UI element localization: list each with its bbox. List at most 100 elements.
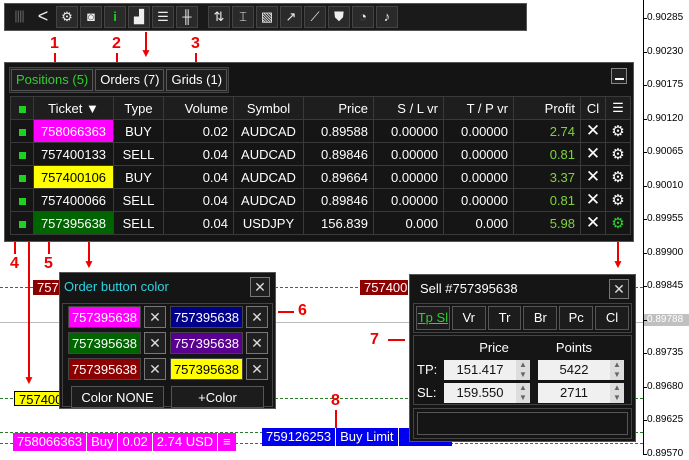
dialog-title: Sell #757395638 [420,281,518,296]
table-row[interactable]: 757400106 BUY 0.04 AUDCAD 0.89664 0.0000… [10,165,631,189]
color-swatch-button[interactable]: 757395638 [170,306,243,328]
bell-icon[interactable]: ♪ [376,6,398,28]
header-ticket[interactable]: Ticket ▼ [33,96,114,120]
volume: 0.04 [163,211,234,235]
chart-order-label[interactable]: 757 [33,280,61,295]
close-position-icon[interactable]: ✕ [580,165,606,189]
annotation-arrow [28,242,30,382]
menu-icon[interactable]: ≡ [218,433,236,451]
close-position-icon[interactable]: ✕ [580,119,606,143]
menu-icon[interactable]: ☰ [605,96,631,120]
header-sl[interactable]: S / L vr [373,96,444,120]
tp-price-spinner[interactable]: ▲ ▼ [516,360,530,380]
grip-icon[interactable]: |||| [8,6,30,28]
table-row[interactable]: 757400133 SELL 0.04 AUDCAD 0.89846 0.000… [10,142,631,166]
order-tab[interactable]: Pc [559,306,594,330]
close-button[interactable]: ✕ [250,277,270,297]
price-tick: 0.89845 [644,280,689,292]
signal-icon[interactable]: ▟ [128,6,150,28]
color-none-button[interactable]: Color NONE [71,386,164,408]
price-header: Price [479,340,509,355]
remove-color-icon[interactable]: ✕ [246,332,268,354]
gear-icon[interactable]: ⚙ [605,165,631,189]
shield-icon[interactable]: ⛊ [328,6,350,28]
remove-color-icon[interactable]: ✕ [246,358,268,380]
tp-points-spinner[interactable]: ▲ ▼ [610,360,624,380]
color-swatch-button[interactable]: 757395638 [68,306,141,328]
close-button[interactable]: ✕ [609,279,629,299]
order-tab[interactable]: Cl [595,306,629,330]
header-volume[interactable]: Volume [163,96,234,120]
header-symbol[interactable]: Symbol [233,96,304,120]
header-price[interactable]: Price [303,96,374,120]
table-row[interactable]: 757400066 SELL 0.04 AUDCAD 0.89846 0.000… [10,188,631,212]
ticket-button[interactable]: 757395638 [33,211,114,235]
tp-price-input[interactable]: 151.417 [444,360,516,380]
close-position-icon[interactable]: ✕ [580,188,606,212]
color-swatch-button[interactable]: 757395638 [68,358,141,380]
color-swatch-button[interactable]: 757395638 [68,332,141,354]
remove-color-icon[interactable]: ✕ [144,332,166,354]
gear-icon[interactable]: ⚙ [605,211,631,235]
chart-order-label[interactable]: 757400 [360,280,408,295]
header-type[interactable]: Type [113,96,164,120]
tab-grids[interactable]: Grids (1) [166,69,228,91]
candles-icon[interactable]: ╫ [176,6,198,28]
order-tab[interactable]: Br [523,306,558,330]
row-checkbox[interactable] [10,211,34,235]
list-icon[interactable]: ☰ [152,6,174,28]
order-tab[interactable]: Tr [487,306,522,330]
sort-icon[interactable]: ⇅ [208,6,230,28]
price-tick: 0.90010 [644,180,689,192]
order-tab[interactable]: Tp Sl [416,306,450,330]
gear-icon[interactable]: ⚙ [56,6,78,28]
sl-price-spinner[interactable]: ▲ ▼ [516,383,530,403]
annotation-line [14,242,16,254]
gear-icon[interactable]: ⚙ [605,188,631,212]
back-icon[interactable]: < [32,6,54,28]
ticket-button[interactable]: 757400066 [33,188,114,212]
gear-icon[interactable]: ⚙ [605,142,631,166]
header-tp[interactable]: T / P vr [443,96,514,120]
ticket-button[interactable]: 757400133 [33,142,114,166]
table-row[interactable]: 757395638 SELL 0.04 USDJPY 156.839 0.000… [10,211,631,235]
remove-color-icon[interactable]: ✕ [246,306,268,328]
trend-line-icon[interactable]: ⟋ [304,6,326,28]
camera-icon[interactable]: ◙ [80,6,102,28]
row-checkbox[interactable] [10,165,34,189]
ticket-button[interactable]: 757400106 [33,165,114,189]
remove-color-icon[interactable]: ✕ [144,306,166,328]
tab-positions[interactable]: Positions (5) [11,69,94,91]
tp-points-input[interactable]: 5422 [538,360,610,380]
add-color-button[interactable]: +Color [171,386,264,408]
sl-points-input[interactable]: 2711 [538,383,610,403]
remove-color-icon[interactable]: ✕ [144,358,166,380]
minimize-button[interactable] [611,68,627,84]
select-all-column[interactable] [10,96,34,120]
sl-price-input[interactable]: 159.550 [444,383,516,403]
chain-icon[interactable]: ⌶ [232,6,254,28]
table-row[interactable]: 758066363 BUY 0.02 AUDCAD 0.89588 0.0000… [10,119,631,143]
ticket-button[interactable]: 758066363 [33,119,114,143]
position-line-label[interactable]: 758066363 Buy 0.02 2.74 USD ≡ [13,433,236,451]
header-close[interactable]: Cl [580,96,606,120]
row-checkbox[interactable] [10,188,34,212]
pie-icon[interactable]: ◔ [352,6,374,28]
row-checkbox[interactable] [10,142,34,166]
row-checkbox[interactable] [10,119,34,143]
sl-points-spinner[interactable]: ▲ ▼ [610,383,624,403]
trend-up-icon[interactable]: ↗ [280,6,302,28]
type: Buy [87,433,119,451]
order-tab[interactable]: Vr [451,306,486,330]
color-swatch-button[interactable]: 757395638 [170,332,243,354]
info-icon[interactable]: i [104,6,126,28]
document-icon[interactable]: ▧ [256,6,278,28]
chart-order-label[interactable]: 757400 [14,391,60,406]
gear-icon[interactable]: ⚙ [605,119,631,143]
close-position-icon[interactable]: ✕ [580,211,606,235]
ticket: 758066363 [13,433,88,451]
close-position-icon[interactable]: ✕ [580,142,606,166]
tab-orders[interactable]: Orders (7) [95,69,165,91]
header-profit[interactable]: Profit [513,96,581,120]
color-swatch-button[interactable]: 757395638 [170,358,243,380]
